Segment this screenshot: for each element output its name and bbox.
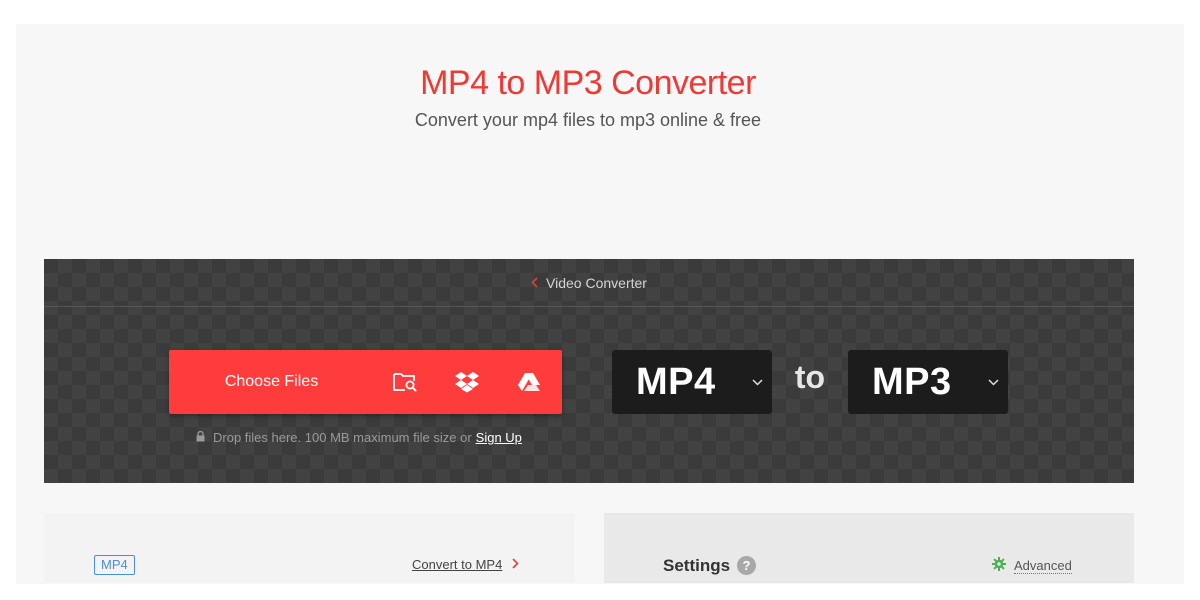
settings-title: Settings [663, 556, 731, 575]
choose-files-button[interactable]: Choose Files [169, 350, 562, 414]
lock-icon [196, 430, 205, 445]
folder-search-icon[interactable] [374, 350, 436, 414]
help-icon[interactable]: ? [737, 556, 756, 575]
chevron-down-icon [978, 378, 1008, 386]
format-info-panel: MP4 Convert to MP4 [44, 513, 574, 583]
chevron-right-icon [512, 557, 519, 572]
page-subtitle: Convert your mp4 files to mp3 online & f… [414, 110, 762, 130]
drop-hint-text: Drop files here. 100 MB maximum file siz… [213, 430, 472, 445]
from-format-select[interactable]: MP4 [612, 350, 772, 414]
advanced-settings-link[interactable]: Advanced [992, 557, 1072, 574]
chevron-left-icon [531, 275, 538, 291]
advanced-label: Advanced [1014, 557, 1072, 574]
page-title: MP4 to MP3 Converter [420, 64, 756, 102]
from-format-value: MP4 [636, 360, 716, 403]
google-drive-icon[interactable] [498, 350, 560, 414]
sign-up-link[interactable]: Sign Up [476, 430, 522, 445]
chevron-down-icon [742, 378, 772, 386]
convert-link-label: Convert to MP4 [412, 557, 503, 572]
convert-to-mp4-link[interactable]: Convert to MP4 [412, 557, 519, 572]
to-label: to [794, 359, 826, 395]
gear-icon [992, 557, 1006, 574]
converter-box: Video Converter Choose Files Drop files … [44, 259, 1134, 483]
drop-hint: Drop files here. 100 MB maximum file siz… [196, 430, 522, 445]
format-badge: MP4 [94, 555, 135, 575]
choose-files-label: Choose Files [224, 373, 319, 390]
breadcrumb-video-converter[interactable]: Video Converter [546, 275, 647, 291]
to-format-value: MP3 [872, 360, 952, 403]
settings-panel: Settings ? Advanced [604, 513, 1134, 583]
dropbox-icon[interactable] [436, 350, 498, 414]
to-format-select[interactable]: MP3 [848, 350, 1008, 414]
breadcrumb[interactable]: Video Converter [44, 259, 1134, 307]
